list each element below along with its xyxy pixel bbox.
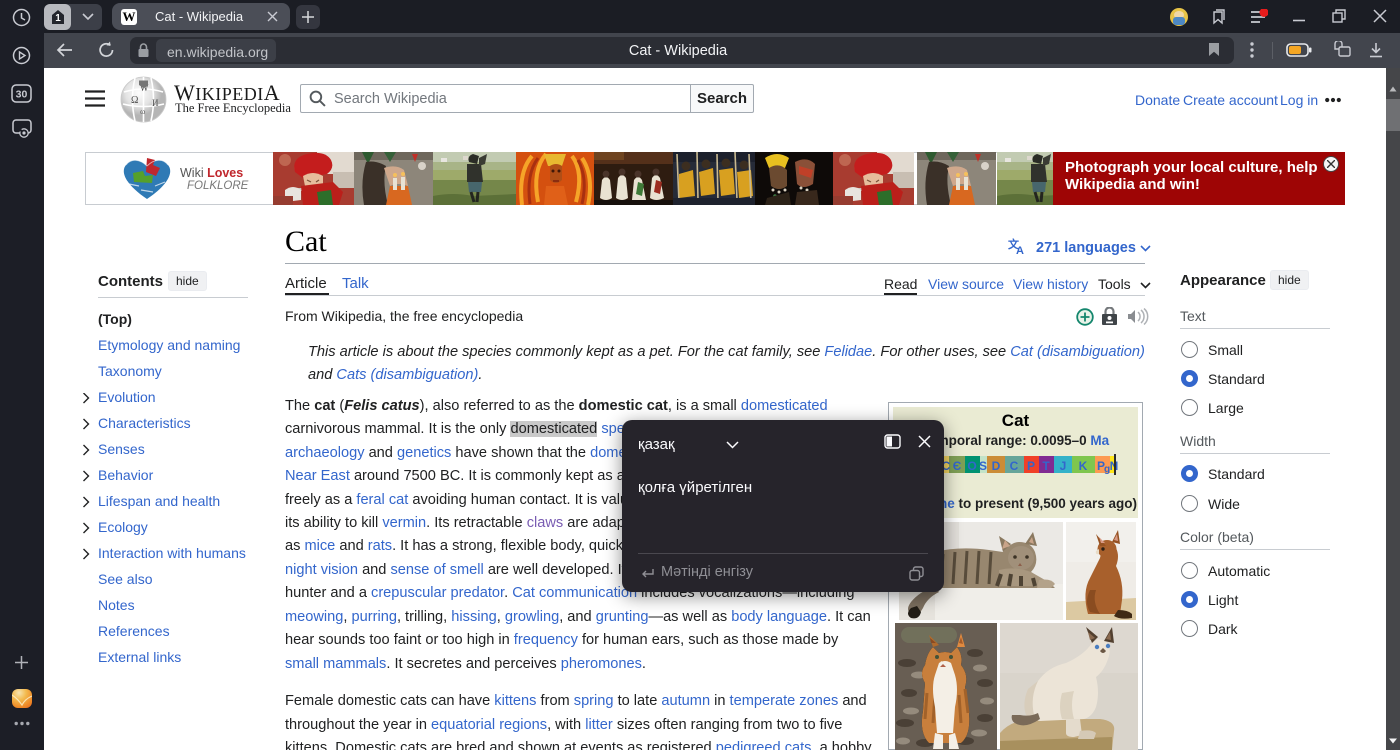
svg-text:Ω: Ω [131, 95, 138, 106]
svg-text:O: O [967, 459, 976, 473]
svg-text:A: A [1016, 245, 1024, 255]
svg-text:S: S [979, 459, 987, 473]
svg-text:Є: Є [953, 459, 962, 473]
svg-text:J: J [1060, 459, 1067, 473]
svg-text:C: C [1010, 459, 1019, 473]
svg-text:N: N [1110, 459, 1118, 473]
svg-text:1: 1 [55, 13, 61, 24]
svg-text:D: D [992, 459, 1001, 473]
svg-text:P: P [1027, 459, 1035, 473]
svg-text:T: T [1042, 459, 1050, 473]
svg-text:ω: ω [140, 107, 145, 116]
svg-text:И: И [152, 98, 159, 108]
svg-text:30: 30 [16, 89, 28, 101]
svg-text:K: K [1079, 459, 1088, 473]
